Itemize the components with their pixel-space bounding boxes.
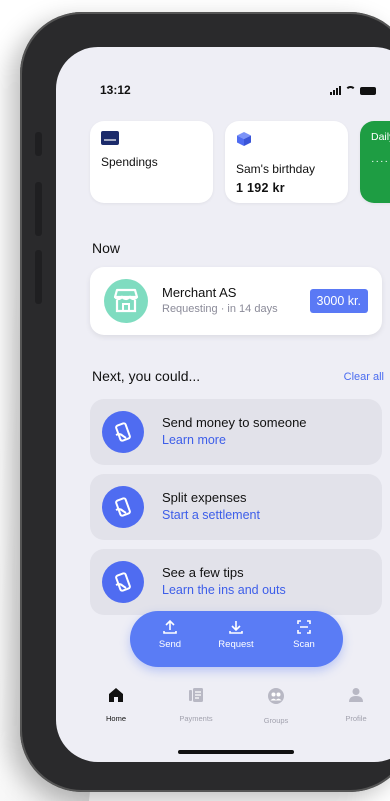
groups-icon (268, 688, 284, 704)
quick-action-bar: Send Request Scan (130, 611, 343, 667)
merchant-subtitle: Requesting · in 14 days (162, 303, 278, 315)
nav-label: Groups (263, 716, 289, 725)
suggestion-title: See a few tips (162, 565, 244, 580)
hand-phone-icon (102, 411, 144, 453)
card-subtitle: ···· 12 (371, 155, 390, 167)
clear-all-link[interactable]: Clear all (344, 371, 384, 383)
summary-cards: Spendings Sam's birthday 1 192 kr Daily … (90, 121, 390, 203)
mockup-stage: 13:12 Spendings Sam's birthday 1 192 kr … (0, 0, 390, 801)
app-screen: 13:12 Spendings Sam's birthday 1 192 kr … (56, 47, 390, 762)
card-spendings[interactable]: Spendings (90, 121, 213, 203)
phone-frame: 13:12 Spendings Sam's birthday 1 192 kr … (20, 12, 390, 792)
now-heading: Now (92, 240, 121, 256)
request-label: Request (218, 639, 254, 650)
suggestion-tips[interactable]: See a few tips Learn the ins and outs (90, 549, 382, 615)
card-daily[interactable]: Daily e ···· 12 (360, 121, 390, 203)
scan-icon (297, 620, 311, 634)
volume-down-button (35, 250, 42, 304)
status-bar: 13:12 (100, 83, 390, 101)
hand-phone-icon (102, 486, 144, 528)
status-time: 13:12 (100, 83, 131, 97)
nav-payments[interactable]: Payments (166, 687, 226, 723)
bottom-nav: Home Payments Groups Profile (56, 687, 386, 737)
scan-label: Scan (293, 639, 315, 650)
scan-button[interactable]: Scan (274, 619, 334, 650)
wifi-icon (345, 86, 356, 95)
nav-label: Payments (179, 714, 213, 723)
payments-icon (189, 688, 203, 702)
profile-icon (349, 688, 363, 702)
mute-switch (35, 132, 42, 156)
nav-profile[interactable]: Profile (326, 687, 386, 723)
send-label: Send (158, 639, 182, 650)
shop-icon (104, 279, 148, 323)
nav-label: Home (105, 714, 126, 723)
suggestion-title: Send money to someone (162, 415, 307, 430)
suggestion-send-money[interactable]: Send money to someone Learn more (90, 399, 382, 465)
nav-groups[interactable]: Groups (246, 687, 306, 725)
card-sams-birthday[interactable]: Sam's birthday 1 192 kr (225, 121, 348, 203)
send-button[interactable]: Send (140, 619, 200, 650)
volume-up-button (35, 182, 42, 236)
suggestion-title: Split expenses (162, 490, 247, 505)
request-button[interactable]: Request (206, 619, 266, 650)
battery-icon (360, 87, 376, 95)
bank-logo-icon (101, 131, 119, 145)
card-title: Sam's birthday (236, 162, 315, 176)
status-icons (330, 85, 376, 95)
merchant-request-card[interactable]: Merchant AS Requesting · in 14 days 3000… (90, 267, 382, 335)
suggestion-link[interactable]: Learn the ins and outs (162, 583, 286, 597)
card-title: Spendings (101, 155, 158, 169)
suggestion-link[interactable]: Start a settlement (162, 508, 260, 522)
card-title: Daily e (371, 131, 390, 143)
hand-phone-icon (102, 561, 144, 603)
suggestion-link[interactable]: Learn more (162, 433, 226, 447)
home-icon (109, 688, 123, 702)
upload-icon (163, 619, 177, 634)
merchant-amount-badge[interactable]: 3000 kr. (309, 289, 368, 313)
nav-home[interactable]: Home (86, 687, 146, 723)
suggestion-split-expenses[interactable]: Split expenses Start a settlement (90, 474, 382, 540)
download-icon (229, 621, 243, 634)
cube-icon (237, 132, 251, 146)
card-amount: 1 192 kr (236, 181, 285, 195)
home-indicator[interactable] (178, 750, 294, 754)
nav-label: Profile (345, 714, 367, 723)
merchant-name: Merchant AS (162, 285, 237, 300)
signal-icon (330, 85, 341, 95)
